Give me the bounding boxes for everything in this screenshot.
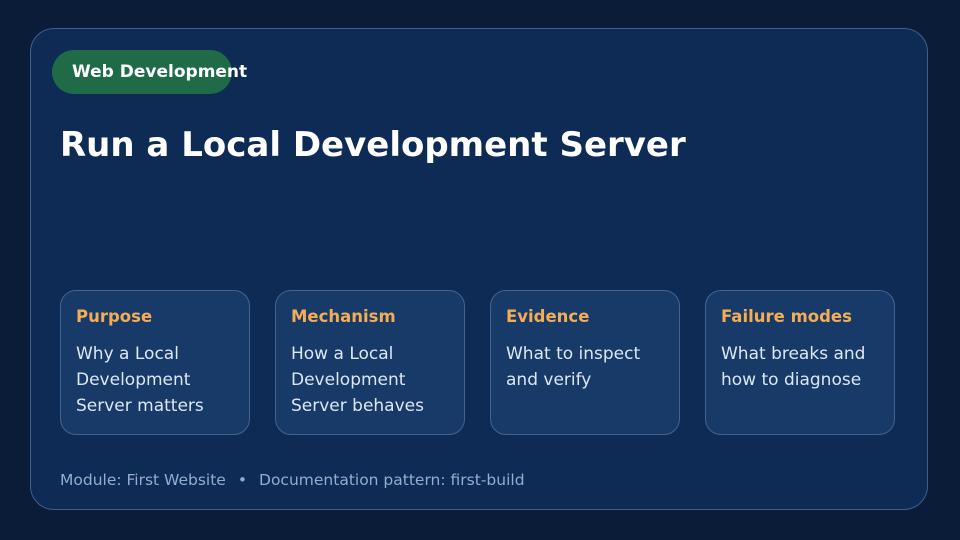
card-failure-modes: Failure modes What breaks and how to dia… bbox=[705, 290, 895, 435]
card-evidence: Evidence What to inspect and verify bbox=[490, 290, 680, 435]
card-title: Purpose bbox=[76, 307, 153, 326]
card-body: What breaks and how to diagnose bbox=[721, 344, 866, 390]
card-title: Mechanism bbox=[291, 307, 396, 326]
category-badge: Web Development bbox=[52, 50, 247, 94]
footer-module: Module: First Website bbox=[60, 471, 226, 489]
card-title: Failure modes bbox=[721, 307, 852, 326]
card-purpose: Purpose Why a Local Development Server m… bbox=[60, 290, 250, 435]
card-body: How a Local Development Server behaves bbox=[291, 344, 424, 416]
page-title: Run a Local Development Server bbox=[60, 125, 686, 165]
card-title: Evidence bbox=[506, 307, 590, 326]
footer-pattern: Documentation pattern: first-build bbox=[259, 471, 525, 489]
card-body: Why a Local Development Server matters bbox=[76, 344, 204, 416]
card-mechanism: Mechanism How a Local Development Server… bbox=[275, 290, 465, 435]
footer: Module: First Website • Documentation patt… bbox=[60, 469, 525, 491]
footer-separator: • bbox=[237, 471, 248, 489]
card-body: What to inspect and verify bbox=[506, 344, 641, 390]
slide-panel: Web Development Run a Local Development … bbox=[30, 28, 928, 510]
